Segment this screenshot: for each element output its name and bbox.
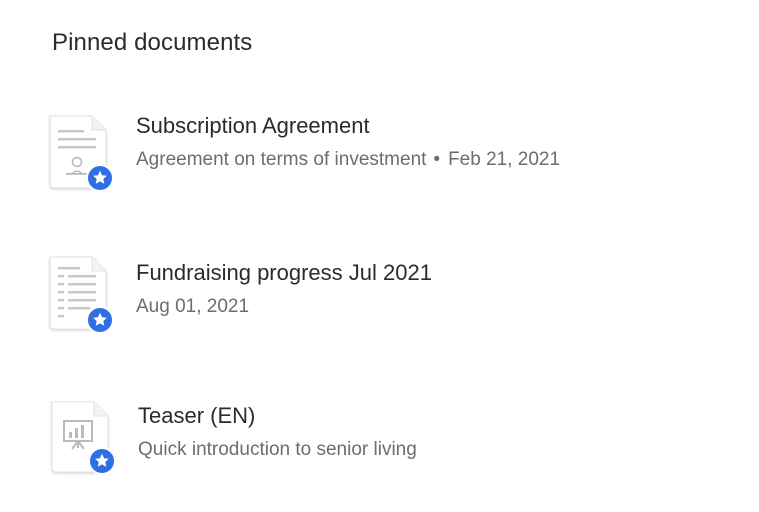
pinned-documents-panel: Pinned documents Subscription Agreement … [0, 0, 759, 512]
star-badge-icon [86, 164, 114, 192]
star-badge-icon [88, 447, 116, 475]
document-description: Quick introduction to senior living [138, 439, 417, 460]
document-meta: Quick introduction to senior living [138, 438, 417, 462]
pinned-document-item[interactable]: Fundraising progress Jul 2021 Aug 01, 20… [46, 253, 706, 349]
document-description: Agreement on terms of investment [136, 149, 427, 170]
star-badge-icon [86, 306, 114, 334]
document-date: Feb 21, 2021 [448, 149, 561, 170]
meta-separator: • [433, 149, 441, 170]
document-title: Fundraising progress Jul 2021 [136, 260, 432, 285]
pinned-document-item[interactable]: Subscription Agreement Agreement on term… [46, 112, 706, 208]
pinned-document-item[interactable]: Teaser (EN) Quick introduction to senior… [46, 396, 706, 492]
document-meta: Aug 01, 2021 [136, 295, 249, 319]
document-date: Aug 01, 2021 [136, 296, 250, 317]
section-title: Pinned documents [52, 29, 253, 56]
document-title: Teaser (EN) [138, 403, 256, 428]
document-title: Subscription Agreement [136, 113, 370, 138]
document-meta: Agreement on terms of investment • Feb 21,… [136, 148, 560, 172]
